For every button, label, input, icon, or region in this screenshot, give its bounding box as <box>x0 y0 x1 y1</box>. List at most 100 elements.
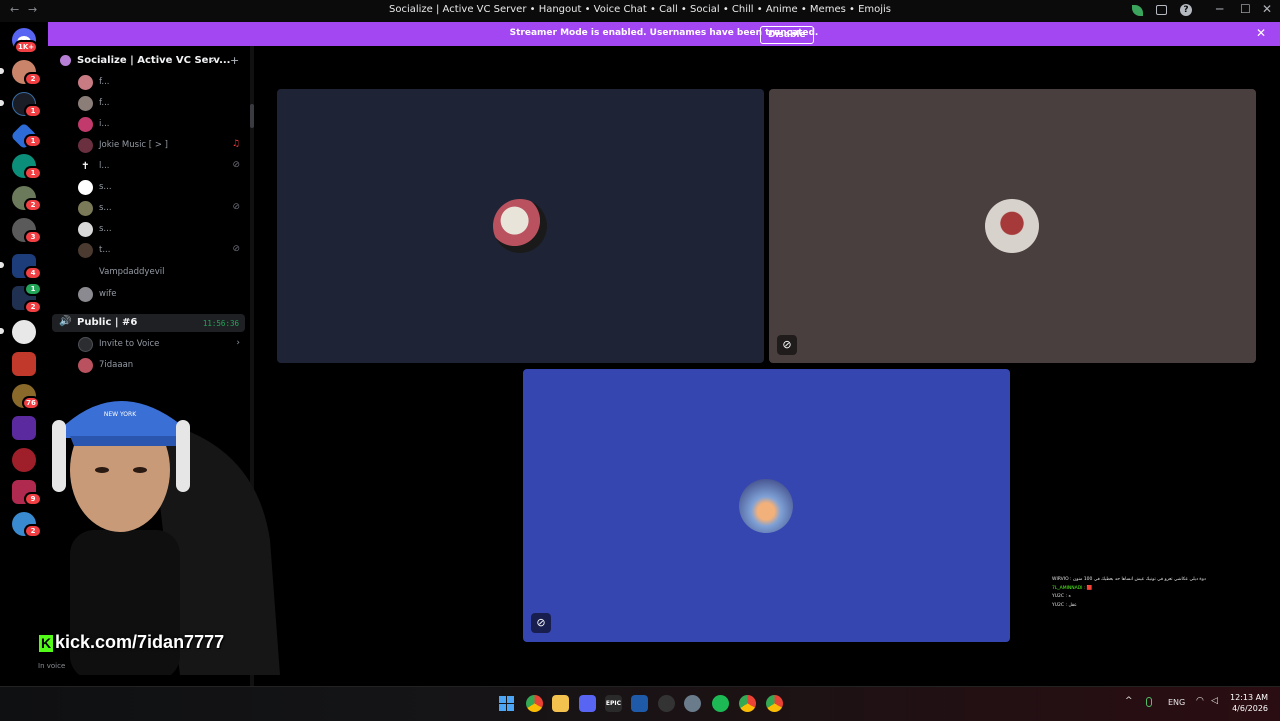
server-badge: 1 <box>26 106 40 116</box>
server-badge: 1 <box>26 284 40 294</box>
in-voice-status: In voice <box>38 662 66 670</box>
file-explorer-icon[interactable] <box>552 695 569 712</box>
channel-timer: 11:56:36 <box>202 319 239 328</box>
minimize-button[interactable]: ─ <box>1216 2 1223 16</box>
chrome-icon[interactable] <box>766 695 783 712</box>
voice-member[interactable]: wife <box>78 285 248 305</box>
discord-icon[interactable] <box>579 695 596 712</box>
server-badge: 3 <box>26 232 40 242</box>
server-badge: 2 <box>26 302 40 312</box>
member-name: f... <box>99 77 110 87</box>
member-name: s... <box>99 182 112 192</box>
banner-message: Streamer Mode is enabled. Usernames have… <box>509 28 819 38</box>
title-bar: ← → Socialize | Active VC Server • Hango… <box>0 0 1280 22</box>
voice-member[interactable]: 7idaaan <box>78 356 248 376</box>
voice-member[interactable]: Vampdaddyevil <box>78 263 248 283</box>
avatar <box>78 265 93 280</box>
avatar <box>78 287 93 302</box>
chevron-right-icon: › <box>236 338 240 348</box>
channel-name: Public | #6 <box>77 317 138 328</box>
window-title: Socialize | Active VC Server • Hangout •… <box>388 4 892 15</box>
member-name: Vampdaddyevil <box>99 267 165 277</box>
language-indicator[interactable]: ENG <box>1168 698 1185 707</box>
voice-member[interactable]: ✝ l... ⊘ <box>78 157 248 177</box>
avatar <box>78 180 93 195</box>
clock[interactable]: 12:13 AM 4/6/2026 <box>1224 692 1268 714</box>
server-badge: 1 <box>26 136 40 146</box>
disable-button[interactable]: Disable <box>760 26 814 44</box>
help-icon[interactable]: ? <box>1180 4 1192 16</box>
participant-avatar <box>493 199 547 253</box>
participant-tile[interactable]: ⊘ <box>769 89 1256 363</box>
server-badge: 2 <box>26 74 40 84</box>
voice-member[interactable]: s... ⊘ <box>78 199 248 219</box>
speaker-icon: 🔊 <box>59 316 72 327</box>
member-name: i... <box>99 119 110 129</box>
avatar <box>78 222 93 237</box>
start-icon[interactable] <box>498 695 515 712</box>
chat-line: YU2C : ه <box>1052 594 1071 599</box>
voice-member[interactable]: Jokie Music [ > ] ♫ <box>78 136 248 156</box>
server-badge: 2 <box>26 200 40 210</box>
mic-muted-icon: ⊘ <box>232 202 240 212</box>
camera-off-icon: ⊘ <box>531 613 551 633</box>
epic-games-icon[interactable]: EPIC <box>605 695 622 712</box>
server-badge: 1 <box>26 168 40 178</box>
voice-member[interactable]: t... ⊘ <box>78 241 248 261</box>
chrome-icon[interactable] <box>739 695 756 712</box>
member-name: 7idaaan <box>99 360 134 370</box>
mic-muted-icon: ⊘ <box>232 160 240 170</box>
voice-member[interactable]: s... <box>78 178 248 198</box>
member-name: wife <box>99 289 117 299</box>
voice-member[interactable]: f... <box>78 73 248 93</box>
chrome-icon[interactable] <box>526 695 543 712</box>
scrollbar-thumb[interactable] <box>250 104 254 128</box>
chat-line: 7L_AMINNADI : 🟥 <box>1052 585 1093 591</box>
invite-to-voice[interactable]: Invite to Voice › <box>78 335 248 355</box>
avatar <box>78 201 93 216</box>
server-icon[interactable] <box>12 320 36 344</box>
cross-avatar-icon: ✝ <box>78 159 93 174</box>
server-icon[interactable] <box>12 352 36 376</box>
mic-icon[interactable] <box>1146 697 1152 707</box>
voice-channel-public-6[interactable]: 🔊 Public | #6 11:56:36 <box>52 314 245 332</box>
wifi-icon[interactable]: ◠ <box>1196 696 1204 706</box>
chat-line: YU2C : عقل <box>1052 602 1077 608</box>
maximize-button[interactable]: ☐ <box>1240 2 1251 16</box>
avatar <box>78 138 93 153</box>
app-icon[interactable] <box>658 695 675 712</box>
member-name: s... <box>99 224 112 234</box>
kick-url-watermark: Kkick.com/7idan7777 <box>39 632 224 653</box>
avatar <box>78 117 93 132</box>
avatar <box>78 75 93 90</box>
kick-url: kick.com/7idan7777 <box>55 632 225 652</box>
settings-icon[interactable] <box>684 695 701 712</box>
voice-member[interactable]: s... <box>78 220 248 240</box>
stream-chat-overlay: WIRVIO : دوة ديلي عكاشي تعرو في تونيك عي… <box>1052 576 1206 610</box>
add-user-icon[interactable]: + <box>230 54 239 67</box>
deafened-icon: ♫ <box>231 139 240 149</box>
streamer-mode-banner: Streamer Mode is enabled. Usernames have… <box>48 22 1280 46</box>
volume-icon[interactable]: ◁ <box>1211 696 1218 706</box>
server-icon <box>60 55 71 66</box>
webcam-overlay: NEW YORK <box>0 380 280 680</box>
participant-tile[interactable] <box>277 89 764 363</box>
svg-text:NEW YORK: NEW YORK <box>104 411 137 418</box>
server-badge: 4 <box>26 268 40 278</box>
spotify-icon[interactable] <box>712 695 729 712</box>
participant-avatar <box>985 199 1039 253</box>
streamer-webcam-image: NEW YORK <box>52 401 280 680</box>
inbox-icon[interactable] <box>1156 5 1167 15</box>
close-button[interactable]: ✕ <box>1262 2 1272 16</box>
tray-chevron-icon[interactable]: ^ <box>1125 696 1133 706</box>
participant-tile[interactable]: ⊘ <box>523 369 1010 642</box>
camera-off-icon: ⊘ <box>777 335 797 355</box>
chevron-down-icon[interactable]: ⌄ <box>208 54 216 65</box>
windows-taskbar: EPIC ^ ENG ◠ ◁ 12:13 AM 4/6/2026 <box>0 686 1280 721</box>
server-header[interactable]: Socialize | Active VC Serv... ⌄ + <box>48 50 250 74</box>
voice-member[interactable]: i... <box>78 115 248 135</box>
close-icon[interactable]: ✕ <box>1256 26 1266 40</box>
voice-member[interactable]: f... <box>78 94 248 114</box>
app-icon[interactable] <box>631 695 648 712</box>
participant-avatar <box>739 479 793 533</box>
